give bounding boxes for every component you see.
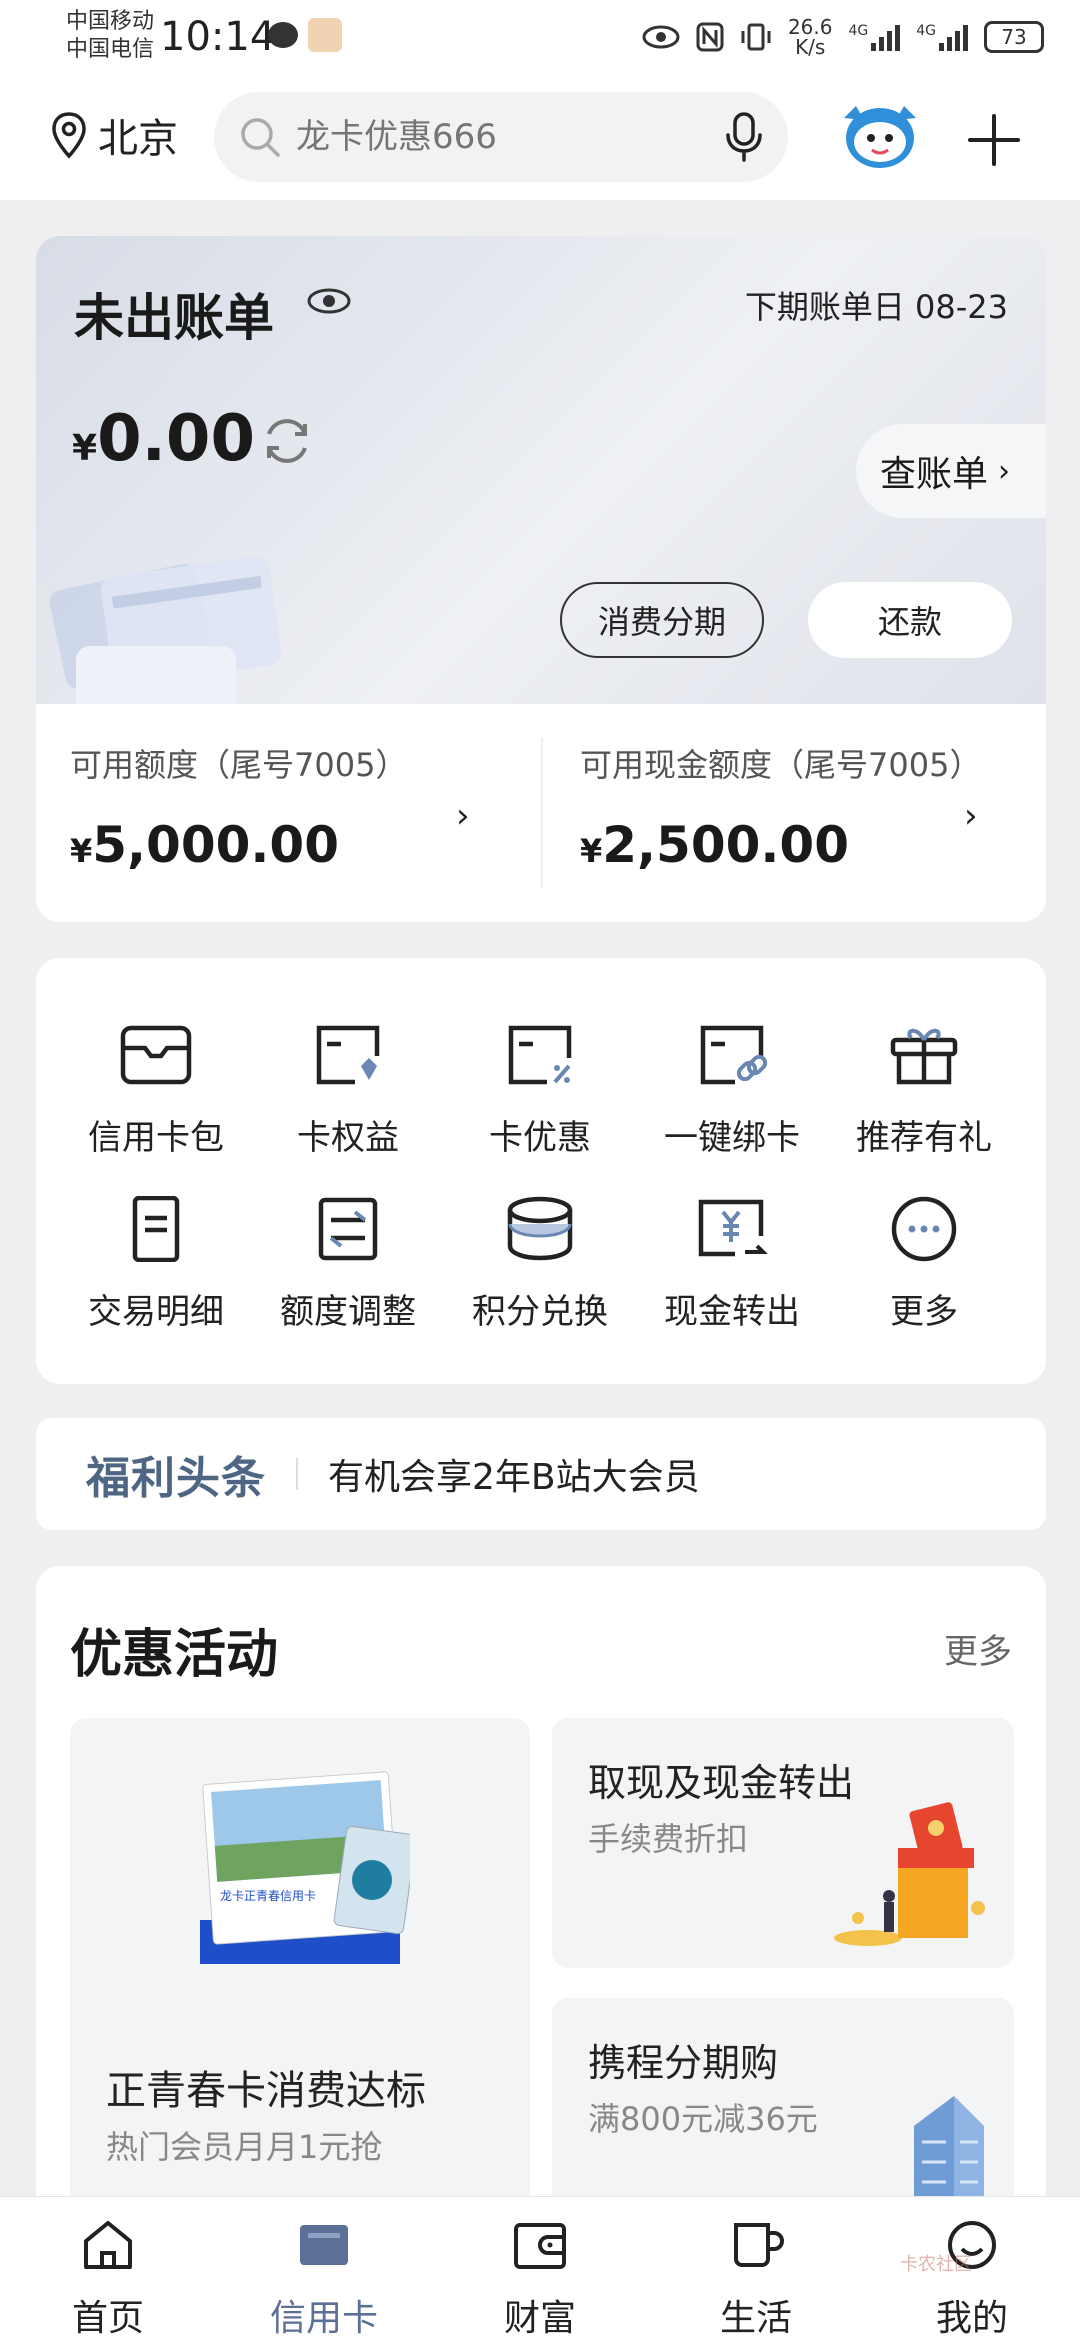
bind-card-icon xyxy=(700,1025,768,1085)
status-time: 10:14 xyxy=(160,14,276,60)
location-pin-icon xyxy=(52,112,86,159)
unbilled-amount: ¥0.00 xyxy=(72,402,255,476)
promo-youth-subtitle: 热门会员月月1元抢 xyxy=(106,2128,383,2166)
grid-item-transactions[interactable]: 交易明细 xyxy=(60,1195,252,1333)
grid-item-limit-adjust[interactable]: 额度调整 xyxy=(252,1196,444,1333)
mascot-avatar-icon[interactable] xyxy=(838,98,922,174)
headline-tag: 福利头条 xyxy=(86,1453,266,1504)
more-icon xyxy=(891,1196,957,1262)
svg-text:龙卡正青春信用卡: 龙卡正青春信用卡 xyxy=(220,1889,316,1903)
grid-item-card-rights[interactable]: 卡权益 xyxy=(252,1022,444,1159)
city-label: 北京 xyxy=(98,116,178,162)
repay-button[interactable]: 还款 xyxy=(808,582,1012,658)
nav-credit-card[interactable]: 信用卡 xyxy=(254,2219,394,2340)
grid-item-referral-gift[interactable]: 推荐有礼 xyxy=(828,1022,1020,1159)
eye-comfort-icon xyxy=(642,25,680,49)
promotions-more-link[interactable]: 更多 xyxy=(944,1624,1012,1673)
transactions-icon xyxy=(132,1195,180,1263)
status-indicators: 26.6 K/s 4G 4G 73 xyxy=(642,12,1044,62)
city-selector[interactable]: 北京 xyxy=(50,106,178,164)
grid-item-cash-out[interactable]: 现金转出 xyxy=(636,1196,828,1333)
cash-out-icon xyxy=(698,1199,768,1257)
battery-indicator: 73 xyxy=(984,21,1044,53)
chevron-right-icon[interactable]: › xyxy=(456,796,470,836)
cup-icon xyxy=(734,2223,784,2267)
carrier-labels: 中国移动 中国电信 xyxy=(66,8,154,64)
card-illustration xyxy=(49,556,282,704)
chevron-right-icon: › xyxy=(998,453,1011,489)
installment-button[interactable]: 消费分期 xyxy=(560,582,764,658)
check-bill-button[interactable]: 查账单 › xyxy=(856,424,1046,518)
add-icon[interactable] xyxy=(966,112,1022,168)
top-header: 北京 xyxy=(0,78,1080,200)
home-icon xyxy=(84,2221,132,2269)
unbilled-title: 未出账单 xyxy=(74,289,274,347)
chat-notification-icon xyxy=(268,22,298,48)
nav-life[interactable]: 生活 xyxy=(686,2219,826,2340)
youth-card-illustration: 龙卡正青春信用卡 xyxy=(200,1771,410,1964)
chevron-right-icon[interactable]: › xyxy=(964,796,978,836)
grid-item-bind-card[interactable]: 一键绑卡 xyxy=(636,1022,828,1159)
grid-item-card-wallet[interactable]: 信用卡包 xyxy=(60,1022,252,1159)
grid-item-points[interactable]: 积分兑换 xyxy=(444,1196,636,1333)
vibrate-icon xyxy=(741,23,771,51)
refresh-icon[interactable] xyxy=(258,412,316,470)
points-icon xyxy=(507,1196,573,1261)
signal-1-icon: 4G xyxy=(848,23,901,51)
search-bar[interactable] xyxy=(214,92,788,182)
card-wallet-icon xyxy=(120,1025,192,1085)
microphone-icon[interactable] xyxy=(724,111,764,163)
status-bar: 中国移动 中国电信 10:14 26.6 K/s 4G 4G 73 xyxy=(0,0,1080,78)
grid-item-card-discount[interactable]: 卡优惠 xyxy=(444,1022,636,1159)
promo-youth-title: 正青春卡消费达标 xyxy=(106,2068,426,2114)
gift-icon xyxy=(890,1028,958,1085)
eye-toggle-icon[interactable] xyxy=(306,286,352,316)
carrier-1: 中国移动 xyxy=(66,9,155,34)
net-speed: 26.6 K/s xyxy=(787,15,833,59)
welfare-headline-banner[interactable]: 福利头条 有机会享2年B站大会员 xyxy=(36,1418,1046,1530)
credit-limits: 可用额度（尾号7005） ¥5,000.00 › 可用现金额度（尾号7005） … xyxy=(36,704,1046,922)
card-discount-icon xyxy=(508,1025,572,1085)
divider xyxy=(541,738,543,888)
divider xyxy=(296,1458,298,1490)
promo-cash-withdrawal[interactable]: 取现及现金转出 手续费折扣 xyxy=(552,1718,1014,1968)
service-grid: 信用卡包 卡权益 卡优惠 一键绑卡 推荐有礼 交易明细 额度调整 积分兑换 现金… xyxy=(36,958,1046,1384)
carrier-2: 中国电信 xyxy=(66,37,155,62)
search-input[interactable] xyxy=(296,117,724,157)
credit-card-icon xyxy=(300,2225,348,2265)
next-bill-date: 下期账单日 08-23 xyxy=(744,288,1008,326)
signal-2-icon: 4G xyxy=(916,23,968,51)
grid-item-more[interactable]: 更多 xyxy=(828,1196,1020,1333)
promotions-section: 优惠活动 更多 龙卡正青春信用卡 正青春卡消费达标 热门会员月月1元抢 取现及现… xyxy=(36,1566,1046,2246)
promotions-title: 优惠活动 xyxy=(70,1625,279,1685)
nfc-icon xyxy=(696,22,724,52)
nav-home[interactable]: 首页 xyxy=(38,2219,178,2340)
limit-adjust-icon xyxy=(318,1197,378,1261)
headline-text: 有机会享2年B站大会员 xyxy=(328,1457,700,1498)
watermark: 卡农社区 xyxy=(900,2254,972,2275)
app-notification-icon xyxy=(308,18,342,52)
wallet-icon xyxy=(514,2223,566,2269)
red-envelope-illustration xyxy=(834,1802,985,1946)
search-icon xyxy=(241,118,280,157)
unbilled-card: 未出账单 下期账单日 08-23 ¥0.00 查账单 › 消费分期 还款 xyxy=(36,236,1046,704)
card-rights-icon xyxy=(316,1025,380,1085)
promo-youth-card[interactable]: 龙卡正青春信用卡 正青春卡消费达标 热门会员月月1元抢 xyxy=(70,1718,530,2246)
nav-wealth[interactable]: 财富 xyxy=(470,2219,610,2340)
